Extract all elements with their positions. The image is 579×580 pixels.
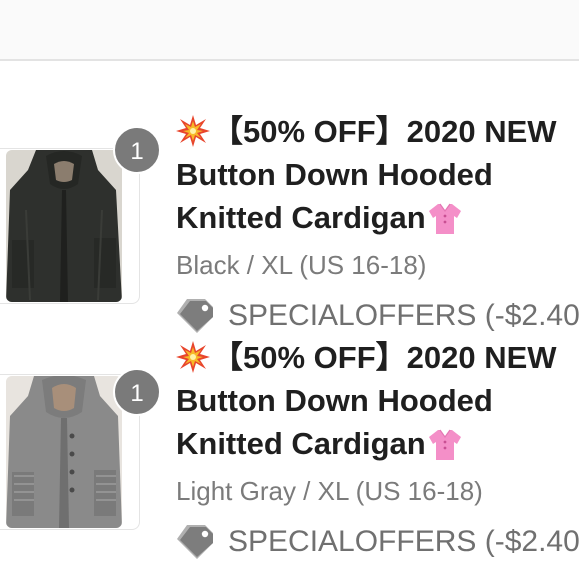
product-variant: Black / XL (US 16-18) — [176, 250, 427, 280]
blouse-icon — [428, 428, 462, 473]
product-title-line-3: Knitted Cardigan — [176, 422, 576, 465]
product-title-text-3: Knitted Cardigan — [176, 200, 426, 235]
checkout-order-summary: 1 【50% OFF】2020 NEW Button Down Hooded K… — [0, 0, 579, 580]
product-title-line-2: Button Down Hooded — [176, 383, 493, 418]
cart-item: 1 【50% OFF】2020 NEW Button Down Hooded K… — [0, 110, 579, 336]
cart-item: 1 【50% OFF】2020 NEW Button Down Hooded K… — [0, 336, 579, 562]
product-title-line-1: 【50% OFF】2020 NEW — [176, 336, 576, 379]
product-title-line-2: Button Down Hooded — [176, 157, 493, 192]
product-variant: Light Gray / XL (US 16-18) — [176, 476, 483, 506]
quantity-badge: 1 — [113, 368, 161, 416]
discount-row: SPECIALOFFERS (-$2.40) — [176, 296, 579, 336]
product-title-line-1: 【50% OFF】2020 NEW — [176, 110, 576, 153]
header-divider — [0, 59, 579, 61]
product-title-text-1: 【50% OFF】2020 NEW — [212, 114, 557, 149]
quantity-badge: 1 — [113, 126, 161, 174]
discount-row: SPECIALOFFERS (-$2.40) — [176, 522, 579, 562]
product-title[interactable]: 【50% OFF】2020 NEW Button Down Hooded Kni… — [176, 110, 576, 239]
product-title[interactable]: 【50% OFF】2020 NEW Button Down Hooded Kni… — [176, 336, 576, 465]
product-image-black-cardigan — [6, 150, 122, 302]
order-summary-header — [0, 0, 579, 60]
discount-code-text: SPECIALOFFERS (-$2.40) — [228, 299, 579, 332]
product-title-text-3: Knitted Cardigan — [176, 426, 426, 461]
product-image-gray-cardigan — [6, 376, 122, 528]
product-title-text-1: 【50% OFF】2020 NEW — [212, 340, 557, 375]
discount-code-text: SPECIALOFFERS (-$2.40) — [228, 525, 579, 558]
tag-icon — [176, 523, 216, 570]
blouse-icon — [428, 202, 462, 247]
product-title-line-3: Knitted Cardigan — [176, 196, 576, 239]
